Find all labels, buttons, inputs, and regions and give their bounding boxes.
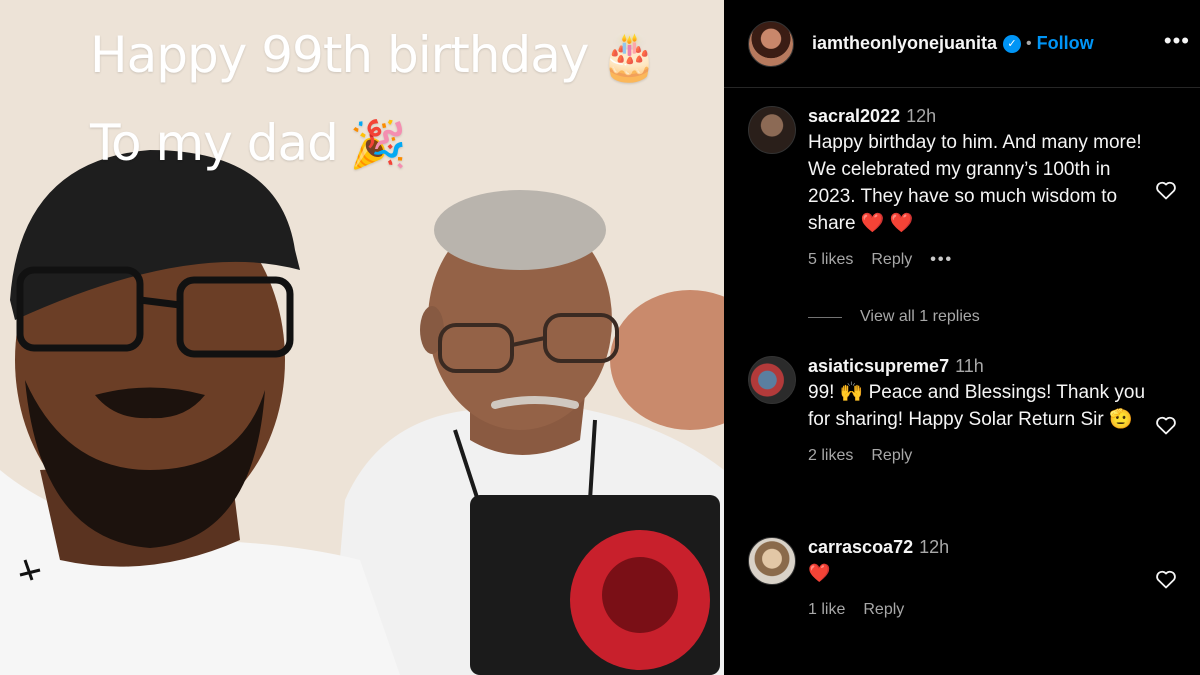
reply-button[interactable]: Reply: [863, 601, 904, 619]
header-separator: •: [1026, 34, 1032, 52]
comment-actions: 2 likes Reply: [808, 447, 1150, 465]
author-username[interactable]: iamtheonlyonejuanita: [812, 33, 997, 54]
author-avatar[interactable]: [748, 20, 794, 67]
commenter-avatar[interactable]: [748, 356, 796, 404]
birthday-cake-emoji: 🎂: [600, 29, 657, 83]
commenter-username[interactable]: carrascoa72: [808, 537, 913, 557]
comment-text: 99! 🙌 Peace and Blessings! Thank you for…: [808, 382, 1146, 430]
view-replies-label[interactable]: View all 1 replies: [860, 308, 980, 326]
comment-text: ❤️: [808, 563, 831, 583]
post-header: iamtheonlyonejuanita ✓ • Follow •••: [724, 0, 1200, 88]
story-caption-text: Happy 99th birthday: [90, 26, 589, 84]
like-heart-icon[interactable]: [1154, 178, 1178, 202]
comment-body: sacral2022 12h Happy birthday to him. And…: [808, 106, 1150, 269]
story-caption-line-2: To my dad 🎉: [90, 117, 407, 171]
comment-body: carrascoa72 12h ❤️ 1 like Reply: [808, 537, 1150, 619]
comment-time: 12h: [906, 106, 937, 126]
party-popper-emoji: 🎉: [349, 117, 407, 171]
comment-text: Happy birthday to him. And many more! We…: [808, 132, 1142, 234]
comment-meta: sacral2022 12h: [808, 106, 1150, 127]
comment-likes[interactable]: 5 likes: [808, 251, 853, 269]
comment-body: asiaticsupreme7 11h 99! 🙌 Peace and Bless…: [808, 356, 1150, 465]
comment-actions: 1 like Reply: [808, 601, 1150, 619]
commenter-username[interactable]: sacral2022: [808, 106, 900, 126]
comments-panel: iamtheonlyonejuanita ✓ • Follow ••• sacr…: [724, 0, 1200, 675]
story-photo: Happy 99th birthday 🎂 To my dad 🎉: [0, 0, 724, 675]
comment-likes[interactable]: 1 like: [808, 601, 845, 619]
follow-button[interactable]: Follow: [1037, 33, 1094, 54]
story-caption-text: To my dad: [90, 114, 339, 172]
commenter-avatar[interactable]: [748, 537, 796, 585]
more-options-icon[interactable]: •••: [1164, 30, 1190, 52]
comment-actions: 5 likes Reply •••: [808, 251, 1150, 269]
replies-divider: [808, 316, 842, 318]
photo-illustration: [0, 0, 724, 675]
comment-time: 11h: [955, 356, 984, 376]
reply-button[interactable]: Reply: [871, 447, 912, 465]
comment-meta: asiaticsupreme7 11h: [808, 356, 1150, 377]
commenter-avatar[interactable]: [748, 106, 796, 154]
comment-meta: carrascoa72 12h: [808, 537, 1150, 558]
commenter-username[interactable]: asiaticsupreme7: [808, 356, 949, 376]
story-caption-line-1: Happy 99th birthday 🎂: [90, 29, 658, 83]
verified-badge-icon: ✓: [1003, 34, 1022, 53]
view-replies-button[interactable]: View all 1 replies: [808, 308, 980, 326]
comment-likes[interactable]: 2 likes: [808, 447, 853, 465]
like-heart-icon[interactable]: [1154, 413, 1178, 437]
comment-more-options-icon[interactable]: •••: [930, 251, 953, 269]
like-heart-icon[interactable]: [1154, 567, 1178, 591]
comment-time: 12h: [919, 537, 950, 557]
reply-button[interactable]: Reply: [871, 251, 912, 269]
